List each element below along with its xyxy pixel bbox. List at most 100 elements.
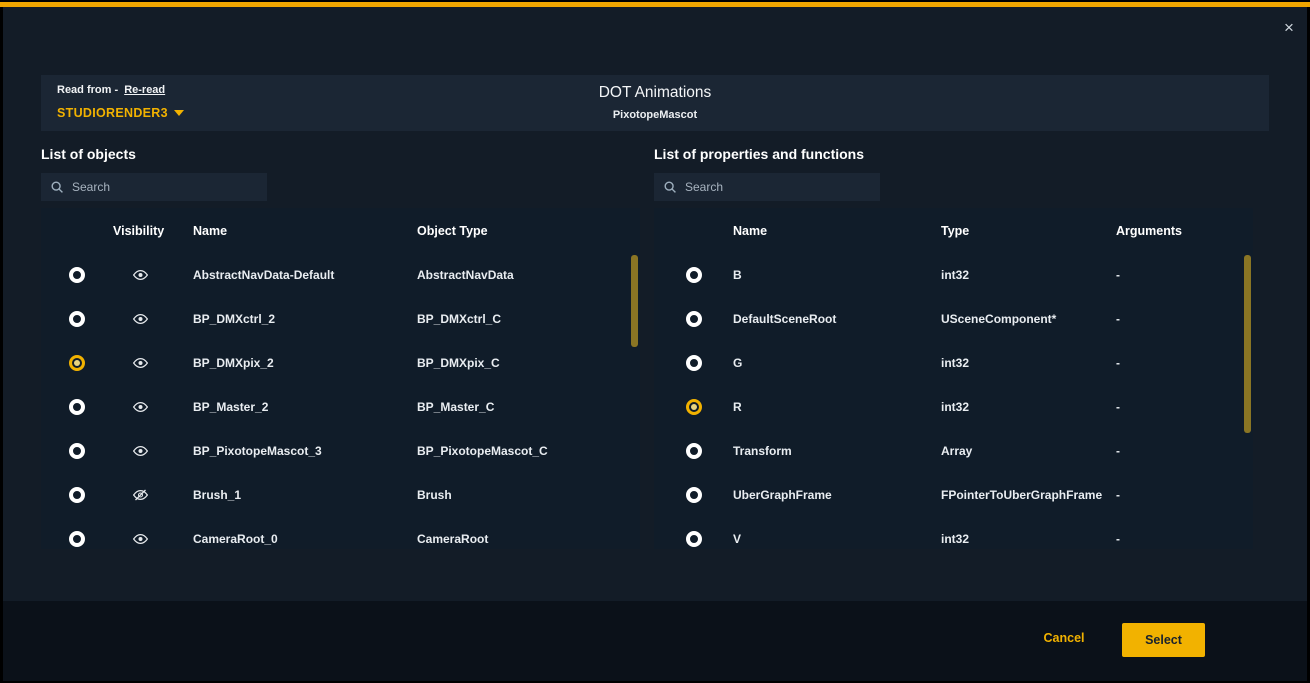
property-radio-cell — [654, 429, 733, 473]
object-row[interactable]: BP_PixotopeMascot_3BP_PixotopeMascot_C — [41, 429, 640, 473]
object-row[interactable]: BP_DMXpix_2BP_DMXpix_C — [41, 341, 640, 385]
property-name: UberGraphFrame — [733, 473, 941, 517]
object-visibility-cell — [113, 297, 193, 341]
column-header-visibility: Visibility — [113, 208, 193, 253]
property-row[interactable]: UberGraphFrameFPointerToUberGraphFrame- — [654, 473, 1253, 517]
property-arguments: - — [1116, 473, 1253, 517]
property-radio[interactable] — [686, 531, 702, 547]
property-type: int32 — [941, 341, 1116, 385]
object-radio-cell — [41, 473, 113, 517]
property-name: Transform — [733, 429, 941, 473]
property-radio[interactable] — [686, 355, 702, 371]
property-arguments: - — [1116, 253, 1253, 297]
property-radio[interactable] — [686, 311, 702, 327]
object-type: BP_DMXpix_C — [417, 341, 640, 385]
object-type: CameraRoot — [417, 517, 640, 549]
property-type: USceneComponent* — [941, 297, 1116, 341]
object-row[interactable]: AbstractNavData-DefaultAbstractNavData — [41, 253, 640, 297]
property-name: G — [733, 341, 941, 385]
properties-scrollbar[interactable] — [1244, 255, 1251, 433]
object-name: BP_DMXpix_2 — [193, 341, 417, 385]
object-row[interactable]: CameraRoot_0CameraRoot — [41, 517, 640, 549]
object-visibility-cell — [113, 429, 193, 473]
property-radio-cell — [654, 473, 733, 517]
object-visibility-cell — [113, 385, 193, 429]
dialog-subtitle: PixotopeMascot — [41, 109, 1269, 121]
objects-table: Visibility Name Object Type AbstractNavD… — [41, 208, 640, 549]
property-row[interactable]: Rint32- — [654, 385, 1253, 429]
property-radio-cell — [654, 341, 733, 385]
object-visibility-cell — [113, 517, 193, 549]
eye-icon[interactable] — [133, 313, 148, 325]
column-header-name: Name — [733, 208, 941, 253]
eye-off-icon[interactable] — [133, 489, 148, 501]
property-name: R — [733, 385, 941, 429]
property-arguments: - — [1116, 385, 1253, 429]
object-type: Brush — [417, 473, 640, 517]
property-row[interactable]: Vint32- — [654, 517, 1253, 549]
property-row[interactable]: Gint32- — [654, 341, 1253, 385]
object-radio[interactable] — [69, 487, 85, 503]
property-radio-cell — [654, 297, 733, 341]
object-radio[interactable] — [69, 355, 85, 371]
objects-panel-title: List of objects — [41, 146, 136, 162]
object-radio-cell — [41, 253, 113, 297]
objects-search — [41, 173, 267, 201]
object-radio[interactable] — [69, 399, 85, 415]
properties-search — [654, 173, 880, 201]
object-radio[interactable] — [69, 531, 85, 547]
property-type: int32 — [941, 517, 1116, 549]
object-radio-cell — [41, 297, 113, 341]
property-row[interactable]: TransformArray- — [654, 429, 1253, 473]
object-name: BP_DMXctrl_2 — [193, 297, 417, 341]
eye-icon[interactable] — [133, 445, 148, 457]
object-visibility-cell — [113, 341, 193, 385]
property-type: int32 — [941, 253, 1116, 297]
close-icon[interactable]: × — [1279, 18, 1299, 38]
eye-icon[interactable] — [133, 357, 148, 369]
property-arguments: - — [1116, 429, 1253, 473]
eye-icon[interactable] — [133, 533, 148, 545]
object-name: Brush_1 — [193, 473, 417, 517]
object-name: BP_Master_2 — [193, 385, 417, 429]
select-button[interactable]: Select — [1122, 623, 1205, 657]
object-type: BP_Master_C — [417, 385, 640, 429]
property-type: int32 — [941, 385, 1116, 429]
object-radio[interactable] — [69, 443, 85, 459]
property-name: V — [733, 517, 941, 549]
footer-bar — [3, 601, 1307, 681]
object-visibility-cell — [113, 253, 193, 297]
property-type: Array — [941, 429, 1116, 473]
eye-icon[interactable] — [133, 269, 148, 281]
object-radio[interactable] — [69, 267, 85, 283]
cancel-button[interactable]: Cancel — [1040, 631, 1088, 645]
property-row[interactable]: DefaultSceneRootUSceneComponent*- — [654, 297, 1253, 341]
object-row[interactable]: BP_Master_2BP_Master_C — [41, 385, 640, 429]
object-row[interactable]: Brush_1Brush — [41, 473, 640, 517]
property-name: DefaultSceneRoot — [733, 297, 941, 341]
properties-search-input[interactable] — [685, 180, 871, 194]
search-icon — [50, 180, 64, 194]
objects-scrollbar[interactable] — [631, 255, 638, 347]
properties-table-body: Bint32-DefaultSceneRootUSceneComponent*-… — [654, 253, 1253, 549]
properties-table: Name Type Arguments Bint32-DefaultSceneR… — [654, 208, 1253, 549]
object-type: BP_PixotopeMascot_C — [417, 429, 640, 473]
property-row[interactable]: Bint32- — [654, 253, 1253, 297]
objects-search-input[interactable] — [72, 180, 258, 194]
object-radio[interactable] — [69, 311, 85, 327]
property-radio[interactable] — [686, 443, 702, 459]
object-row[interactable]: BP_DMXctrl_2BP_DMXctrl_C — [41, 297, 640, 341]
header-panel: Read from - Re-read STUDIORENDER3 DOT An… — [41, 75, 1269, 131]
property-radio-cell — [654, 517, 733, 549]
property-radio[interactable] — [686, 487, 702, 503]
object-radio-cell — [41, 429, 113, 473]
property-radio[interactable] — [686, 399, 702, 415]
object-visibility-cell — [113, 473, 193, 517]
object-type: AbstractNavData — [417, 253, 640, 297]
property-name: B — [733, 253, 941, 297]
property-radio-cell — [654, 385, 733, 429]
object-name: AbstractNavData-Default — [193, 253, 417, 297]
property-radio-cell — [654, 253, 733, 297]
eye-icon[interactable] — [133, 401, 148, 413]
property-radio[interactable] — [686, 267, 702, 283]
